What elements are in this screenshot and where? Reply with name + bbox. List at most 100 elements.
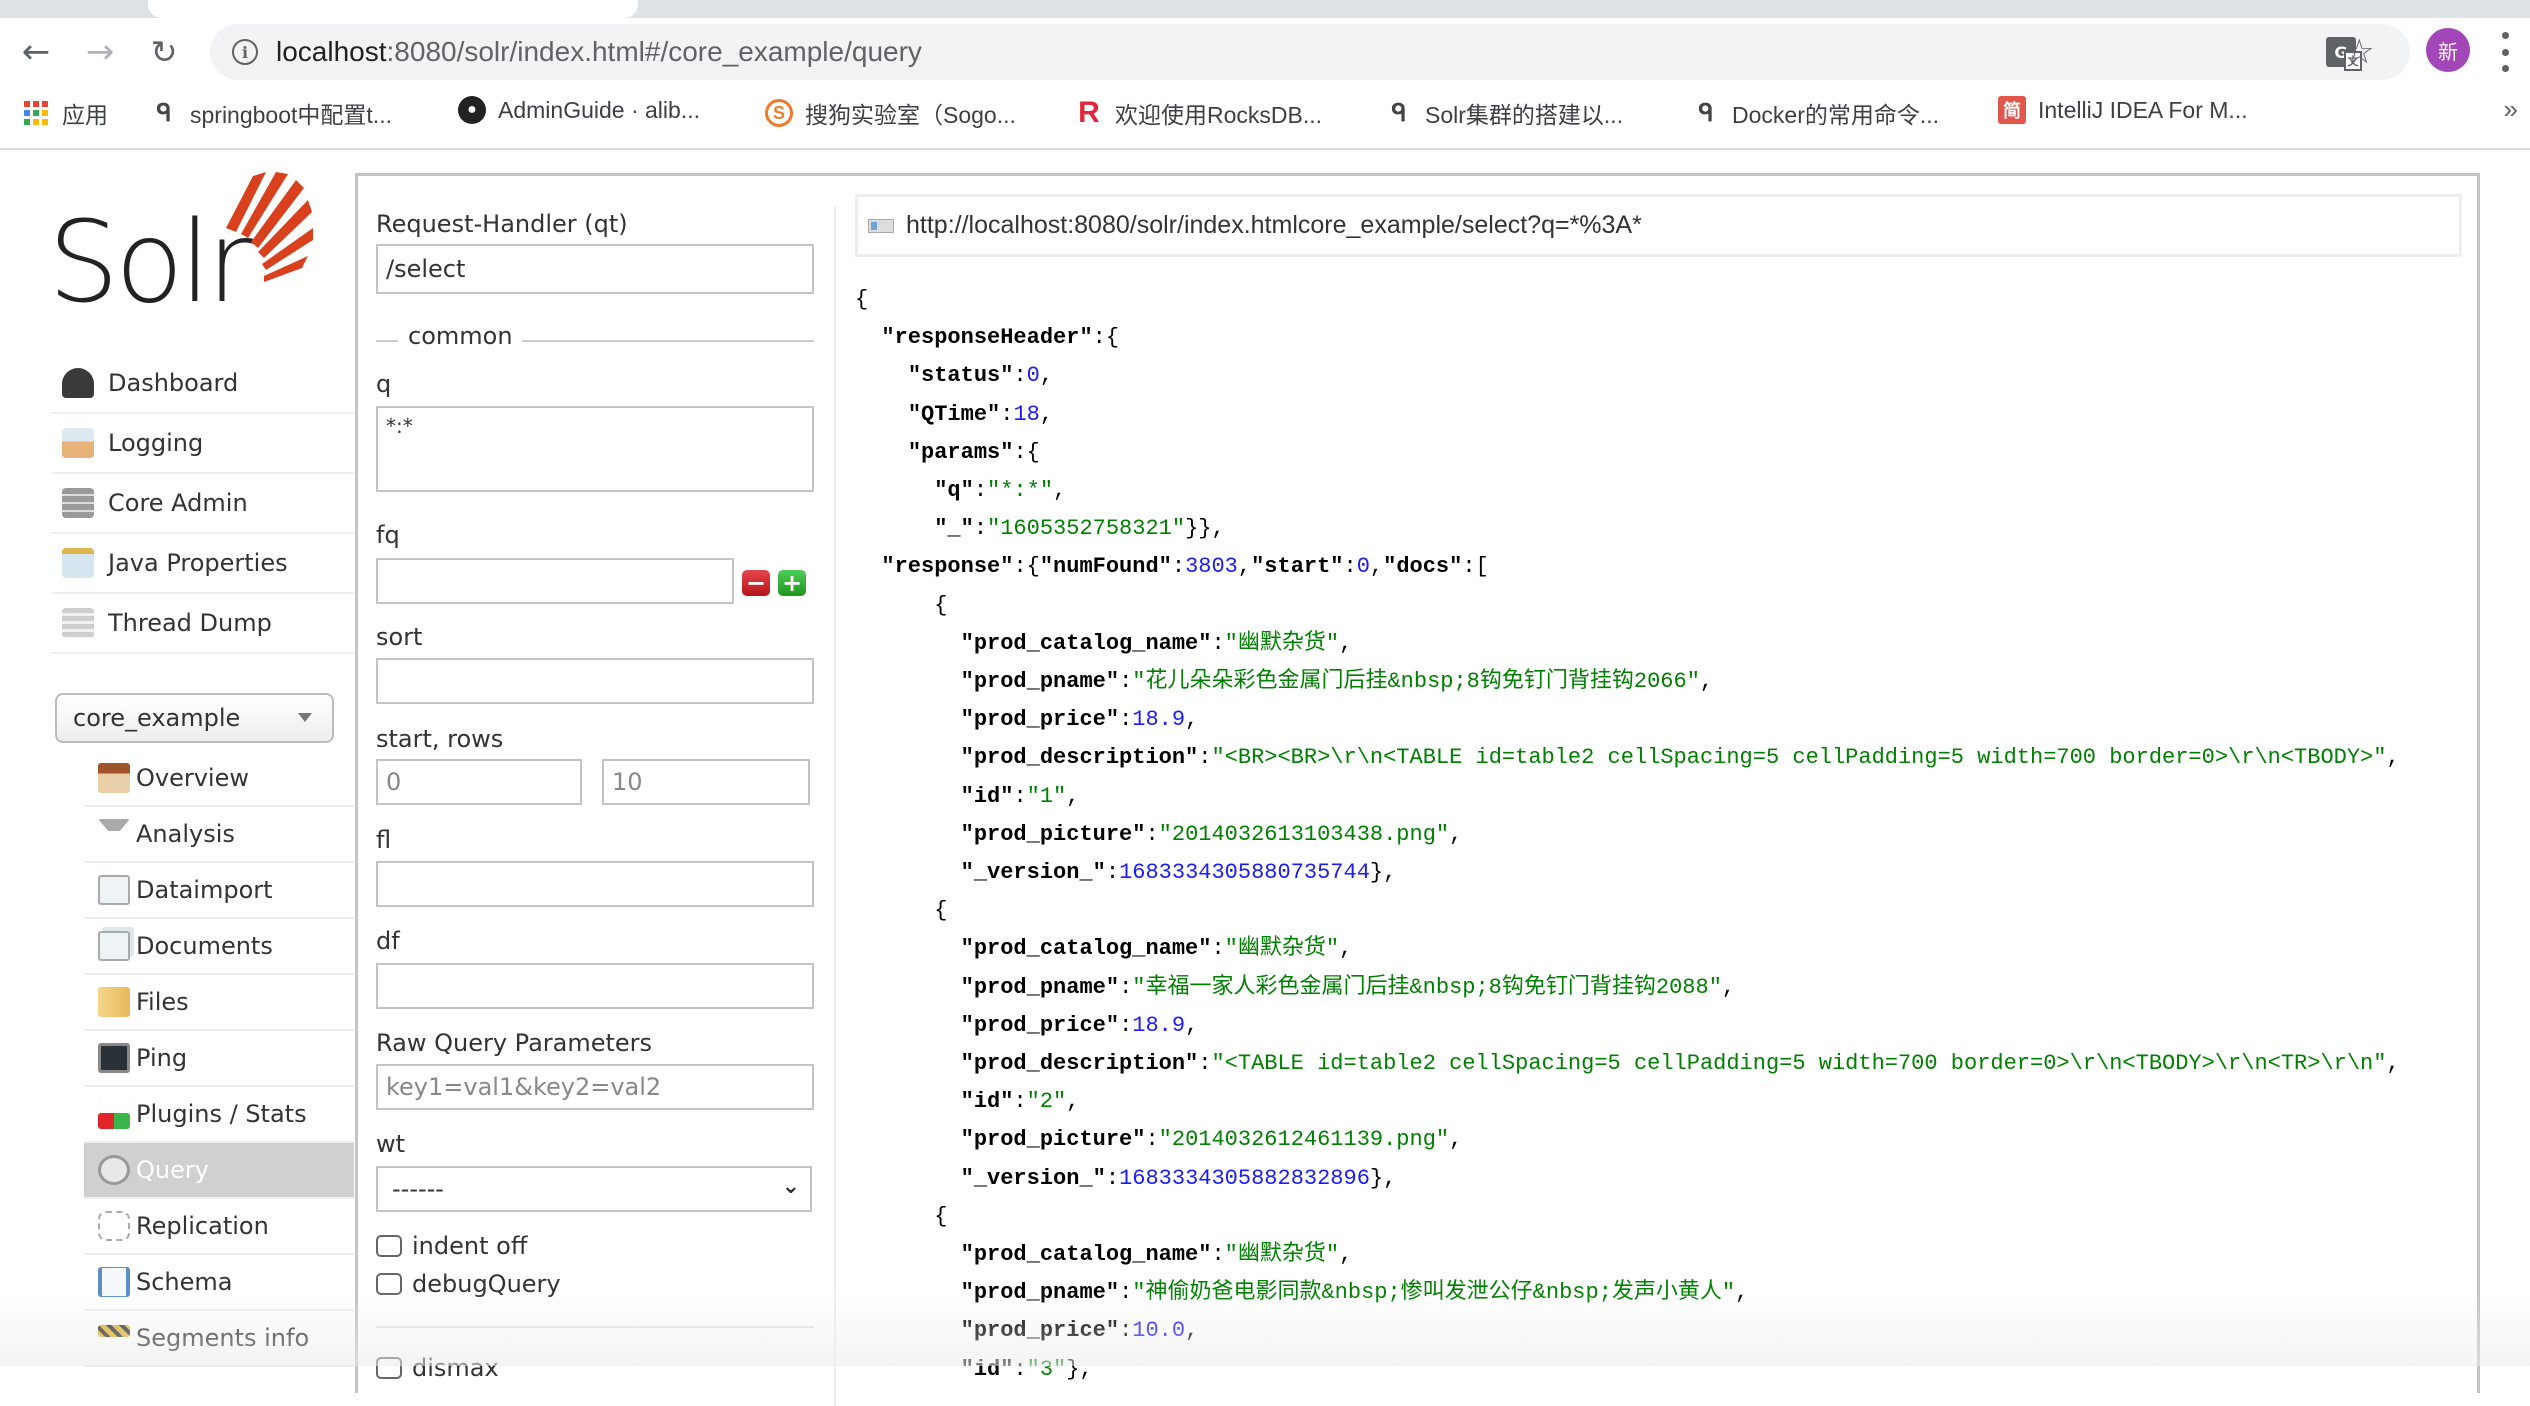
request-handler-input[interactable]: /select (376, 244, 814, 294)
checkbox-box[interactable] (376, 1357, 402, 1379)
start-input[interactable]: 0 (376, 759, 582, 805)
minus-icon: − (745, 569, 767, 597)
browser-tab-active[interactable] (148, 0, 638, 18)
bookmark-item[interactable]: ● AdminGuide · alib... (458, 96, 700, 124)
bookmark-sparrow-icon: ᑫ (1391, 99, 1407, 127)
sort-input[interactable] (376, 658, 814, 704)
address-url[interactable]: localhost:8080/solr/index.html#/core_exa… (276, 36, 922, 68)
info-icon[interactable]: i (232, 39, 258, 65)
bookmark-sparrow-icon: ᑫ (156, 99, 172, 127)
json-line: "_version_":1683334305882832896}, (960, 1165, 1397, 1191)
form-divider (376, 1326, 814, 1328)
fq-input[interactable] (376, 558, 734, 604)
bookmark-label: Docker的常用命令... (1732, 102, 1940, 128)
folder-icon (98, 987, 130, 1017)
nav-logging[interactable]: Logging (52, 414, 354, 474)
remove-fq-button[interactable]: − (742, 569, 770, 597)
wt-label: wt (376, 1130, 406, 1158)
more-bookmarks-chevron-icon[interactable]: » (2504, 94, 2518, 125)
raw-query-input[interactable]: key1=val1&key2=val2 (376, 1064, 814, 1110)
request-url-link[interactable]: http://localhost:8080/solr/index.htmlcor… (906, 211, 1642, 240)
json-line: "QTime":18, (907, 401, 1054, 427)
core-nav-schema[interactable]: Schema (84, 1255, 354, 1311)
json-line: "prod_price":18.9, (960, 1012, 1199, 1038)
address-bar[interactable]: i localhost:8080/solr/index.html#/core_e… (210, 24, 2410, 80)
wt-select[interactable]: ------ ⌄ (376, 1166, 812, 1212)
core-nav-label: Analysis (136, 820, 235, 848)
core-nav-segments-info[interactable]: Segments info (84, 1311, 354, 1367)
nav-core-admin[interactable]: Core Admin (52, 474, 354, 534)
forward-button[interactable]: → (78, 30, 122, 74)
core-nav-query[interactable]: Query (84, 1143, 354, 1199)
wt-selected: ------ (392, 1175, 444, 1203)
bookmark-label: AdminGuide · alib... (498, 96, 700, 123)
checkbox-box[interactable] (376, 1273, 402, 1295)
nav-label: Logging (108, 429, 204, 457)
indent-off-checkbox[interactable]: indent off (376, 1232, 527, 1260)
df-input[interactable] (376, 963, 814, 1009)
core-nav-files[interactable]: Files (84, 975, 354, 1031)
bookmark-item[interactable]: R 欢迎使用RocksDB... (1075, 96, 1322, 130)
solr-logo[interactable]: Solr (48, 168, 318, 313)
checkbox-box[interactable] (376, 1235, 402, 1257)
bookmark-label: 欢迎使用RocksDB... (1115, 102, 1323, 128)
checkbox-label: debugQuery (412, 1270, 561, 1298)
document-icon (868, 218, 894, 233)
add-fq-button[interactable]: + (778, 569, 806, 597)
core-nav-analysis[interactable]: Analysis (84, 807, 354, 863)
core-nav-label: Plugins / Stats (136, 1100, 307, 1128)
core-nav-dataimport[interactable]: Dataimport (84, 863, 354, 919)
plus-icon: + (781, 569, 803, 597)
json-line: "response":{"numFound":3803,"start":0,"d… (881, 554, 1489, 580)
fq-label: fq (376, 521, 400, 549)
json-line: "prod_catalog_name":"幽默杂货", (960, 630, 1353, 656)
checkbox-label: dismax (412, 1354, 499, 1382)
documents-icon (98, 931, 130, 961)
nav-java-properties[interactable]: Java Properties (52, 534, 354, 594)
browser-toolbar: ← → ↻ i localhost:8080/solr/index.html#/… (0, 18, 2530, 86)
debug-query-checkbox[interactable]: debugQuery (376, 1270, 561, 1298)
checkbox-label: indent off (412, 1232, 528, 1260)
core-selector[interactable]: core_example (55, 693, 334, 743)
q-textarea[interactable]: *:* (376, 406, 814, 492)
json-line: "q":"*:*", (934, 478, 1067, 504)
core-admin-servers-icon (62, 488, 94, 518)
apps-grid-icon (22, 99, 50, 127)
nav-thread-dump[interactable]: Thread Dump (52, 594, 354, 654)
reload-button[interactable]: ↻ (142, 30, 186, 74)
core-nav-documents[interactable]: Documents (84, 919, 354, 975)
home-icon (98, 763, 130, 793)
core-nav-overview[interactable]: Overview (84, 751, 354, 807)
rocksdb-icon: R (1078, 96, 1100, 129)
nav-label: Java Properties (108, 549, 288, 577)
nav-dashboard[interactable]: Dashboard (52, 354, 354, 414)
bookmark-item[interactable]: ᑫ Docker的常用命令... (1692, 96, 1939, 130)
bookmark-item[interactable]: 简 IntelliJ IDEA For M... (1998, 96, 2248, 124)
start-rows-label: start, rows (376, 725, 504, 753)
core-nav-ping[interactable]: Ping (84, 1031, 354, 1087)
json-line: "prod_price":10.0, (960, 1318, 1199, 1344)
bookmark-label: 搜狗实验室（Sogo... (805, 102, 1016, 128)
bookmark-item[interactable]: S 搜狗实验室（Sogo... (765, 96, 1016, 130)
core-nav-replication[interactable]: Replication (84, 1199, 354, 1255)
bookmark-apps[interactable]: 应用 (22, 96, 108, 130)
bookmark-item[interactable]: ᑫ springboot中配置t... (150, 96, 392, 130)
url-path: :8080/solr/index.html#/core_example/quer… (386, 36, 922, 67)
core-nav-plugins-stats[interactable]: Plugins / Stats (84, 1087, 354, 1143)
plugins-blocks-icon (98, 1099, 130, 1129)
arrow-left-icon: ← (21, 32, 51, 72)
request-url-box[interactable]: http://localhost:8080/solr/index.htmlcor… (855, 194, 2462, 257)
json-response: { "responseHeader":{ "status":0, "QTime"… (855, 281, 2460, 1381)
tab-strip (0, 0, 2530, 18)
rows-input[interactable]: 10 (602, 759, 810, 805)
bookmark-star-icon[interactable]: ☆ (2344, 32, 2374, 72)
profile-avatar[interactable]: 新 (2426, 28, 2470, 72)
fl-input[interactable] (376, 861, 814, 907)
json-line: "prod_picture":"2014032613103438.png", (960, 821, 1463, 847)
chrome-menu-icon[interactable] (2500, 32, 2510, 72)
dismax-checkbox[interactable]: dismax (376, 1354, 499, 1382)
core-nav-label: Replication (136, 1212, 269, 1240)
bookmark-item[interactable]: ᑫ Solr集群的搭建以... (1385, 96, 1623, 130)
back-button[interactable]: ← (14, 30, 58, 74)
q-label: q (376, 370, 392, 398)
